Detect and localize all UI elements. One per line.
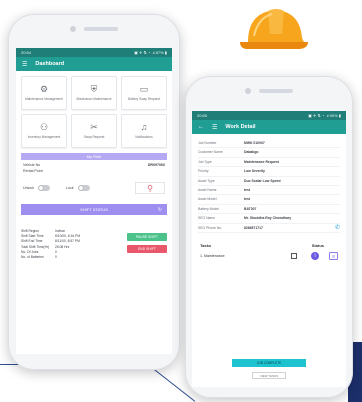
location-pin-icon[interactable]: ⚲ — [135, 182, 165, 194]
tasks-header: Tasks Status — [192, 233, 346, 252]
dashboard-screen: 20:54 ▣ ✈ ⇅ ◔ .ıl 87% ▮ ☰ Dashboard ⚙ Ma… — [16, 48, 172, 354]
hard-hat-icon — [240, 9, 308, 49]
shift-buttons: PAUSE SHIFT END SHIFT — [127, 229, 167, 260]
view-tasks-button[interactable]: VIEW TASKS — [252, 372, 286, 379]
shift-info: Shift Region Indivar Shift Start Time 8/… — [16, 215, 172, 260]
app-bar: ☰ Dashboard — [16, 57, 172, 71]
phone-dashboard: 20:54 ▣ ✈ ⇅ ◔ .ıl 87% ▮ ☰ Dashboard ⚙ Ma… — [8, 14, 180, 370]
work-detail-screen: 20:55 ▣ ✈ ⇅ ◔ .ıl 90% ▮ ← ☰ Work Detail … — [192, 111, 346, 387]
speaker-icon — [84, 27, 118, 31]
shift-info-rows: Shift Region Indivar Shift Start Time 8/… — [21, 229, 121, 260]
tile-label: Inventory Management — [27, 135, 61, 139]
status-time: 20:54 — [21, 50, 32, 55]
detail-row: Job Type Maintenance Request — [198, 158, 340, 168]
camera-icon — [245, 88, 251, 94]
pause-shift-button[interactable]: PAUSE SHIFT — [127, 233, 167, 241]
status-icons: ▣ ✈ ⇅ ◔ .ıl 87% ▮ — [134, 50, 167, 55]
battery-icon: ▭ — [139, 84, 149, 94]
tile-label: Battery Swap Request — [128, 97, 160, 101]
bell-icon: ♫ — [140, 122, 148, 132]
shift-status-bar[interactable]: SHIFT STATUS ↻ — [21, 204, 167, 215]
camera-icon — [70, 26, 76, 32]
phone-work-detail: 20:55 ▣ ✈ ⇅ ◔ .ıl 90% ▮ ← ☰ Work Detail … — [185, 76, 353, 398]
status-header-label: Status — [311, 243, 324, 249]
phone-call-icon[interactable]: ✆ — [335, 224, 340, 232]
menu-icon[interactable]: ☰ — [22, 61, 27, 68]
status-icons: ▣ ✈ ⇅ ◔ .ıl 90% ▮ — [308, 113, 341, 118]
unlock-label: Unlock — [23, 186, 34, 190]
shield-icon: ⛨ — [90, 84, 98, 94]
tasks-header-label: Tasks — [200, 243, 212, 249]
tile-breakdown-maintenance[interactable]: ⛨ Breakdown Maintenance — [71, 76, 117, 110]
people-icon: ⚇ — [39, 122, 49, 132]
chat-icon[interactable]: ☰ — [329, 252, 338, 261]
detail-row: Job Number MWK 010007 — [198, 139, 340, 149]
detail-row: Asset Name test — [198, 186, 340, 196]
vehicle-no-label: Vehicle No — [23, 163, 41, 167]
tile-notifications[interactable]: ♫ Notifications — [121, 114, 167, 148]
status-bar: 20:55 ▣ ✈ ⇅ ◔ .ıl 90% ▮ — [192, 111, 346, 120]
tools-icon: ✂ — [90, 122, 98, 132]
unlock-toggle[interactable] — [38, 185, 50, 191]
lock-controls: Unlock Lock ⚲ — [16, 174, 172, 198]
vehicle-no-value: DR097060 — [147, 163, 165, 167]
lock-label: Lock — [66, 186, 74, 190]
tile-label: Notifications — [135, 135, 153, 139]
status-time: 20:55 — [197, 113, 208, 118]
app-bar: ← ☰ Work Detail — [192, 120, 346, 134]
detail-row: SEO Phone No. 8266571717 ✆ — [198, 224, 340, 234]
task-checkbox[interactable] — [291, 253, 297, 260]
refresh-icon[interactable]: ↻ — [158, 207, 162, 213]
back-arrow-icon[interactable]: ← — [198, 124, 204, 130]
task-row: 1. Maintenance i ☰ — [192, 252, 346, 261]
tile-maintenance-management[interactable]: ⚙ Maintenance Management — [21, 76, 67, 110]
menu-icon[interactable]: ☰ — [212, 124, 217, 131]
lock-toggle[interactable] — [77, 185, 90, 191]
detail-row: Customer Name Dababgo — [198, 148, 340, 158]
tile-swap-request[interactable]: ✂ Swap Request — [71, 114, 117, 148]
detail-row: Asset Type Duo Scalar Low Speed — [198, 177, 340, 187]
wrench-icon: ⚙ — [39, 84, 49, 94]
page-title: Dashboard — [35, 61, 65, 67]
info-row: No. of Batteries 0 — [21, 255, 57, 260]
my-ride-header: My Ride — [21, 153, 167, 160]
task-name: 1. Maintenance — [200, 254, 225, 259]
job-complete-button[interactable]: JOB COMPLETE — [232, 359, 306, 367]
speaker-icon — [259, 89, 293, 93]
detail-row: Priority Low Severity — [198, 167, 340, 177]
detail-row: SEO Name Mr. Shuddha Roy Chowdhary — [198, 214, 340, 224]
detail-row: Battery Model BAT007 — [198, 205, 340, 215]
detail-row: Asset Model test — [198, 195, 340, 205]
page-title: Work Detail — [225, 124, 256, 130]
rental-point-label: Rental Point — [23, 169, 43, 173]
work-details: Job Number MWK 010007 Customer Name Dababg… — [192, 134, 346, 234]
end-shift-button[interactable]: END SHIFT — [127, 245, 167, 253]
tile-label: Breakdown Maintenance — [76, 97, 112, 101]
tile-battery-swap-request[interactable]: ▭ Battery Swap Request — [121, 76, 167, 110]
info-icon[interactable]: i — [311, 252, 319, 261]
tile-label: Swap Request — [83, 135, 105, 139]
shift-status-label: SHIFT STATUS — [80, 207, 108, 212]
tile-inventory-management[interactable]: ⚇ Inventory Management — [21, 114, 67, 148]
tile-label: Maintenance Management — [25, 97, 63, 101]
status-bar: 20:54 ▣ ✈ ⇅ ◔ .ıl 87% ▮ — [16, 48, 172, 57]
dashboard-grid: ⚙ Maintenance Management ⛨ Breakdown Mai… — [16, 71, 172, 151]
